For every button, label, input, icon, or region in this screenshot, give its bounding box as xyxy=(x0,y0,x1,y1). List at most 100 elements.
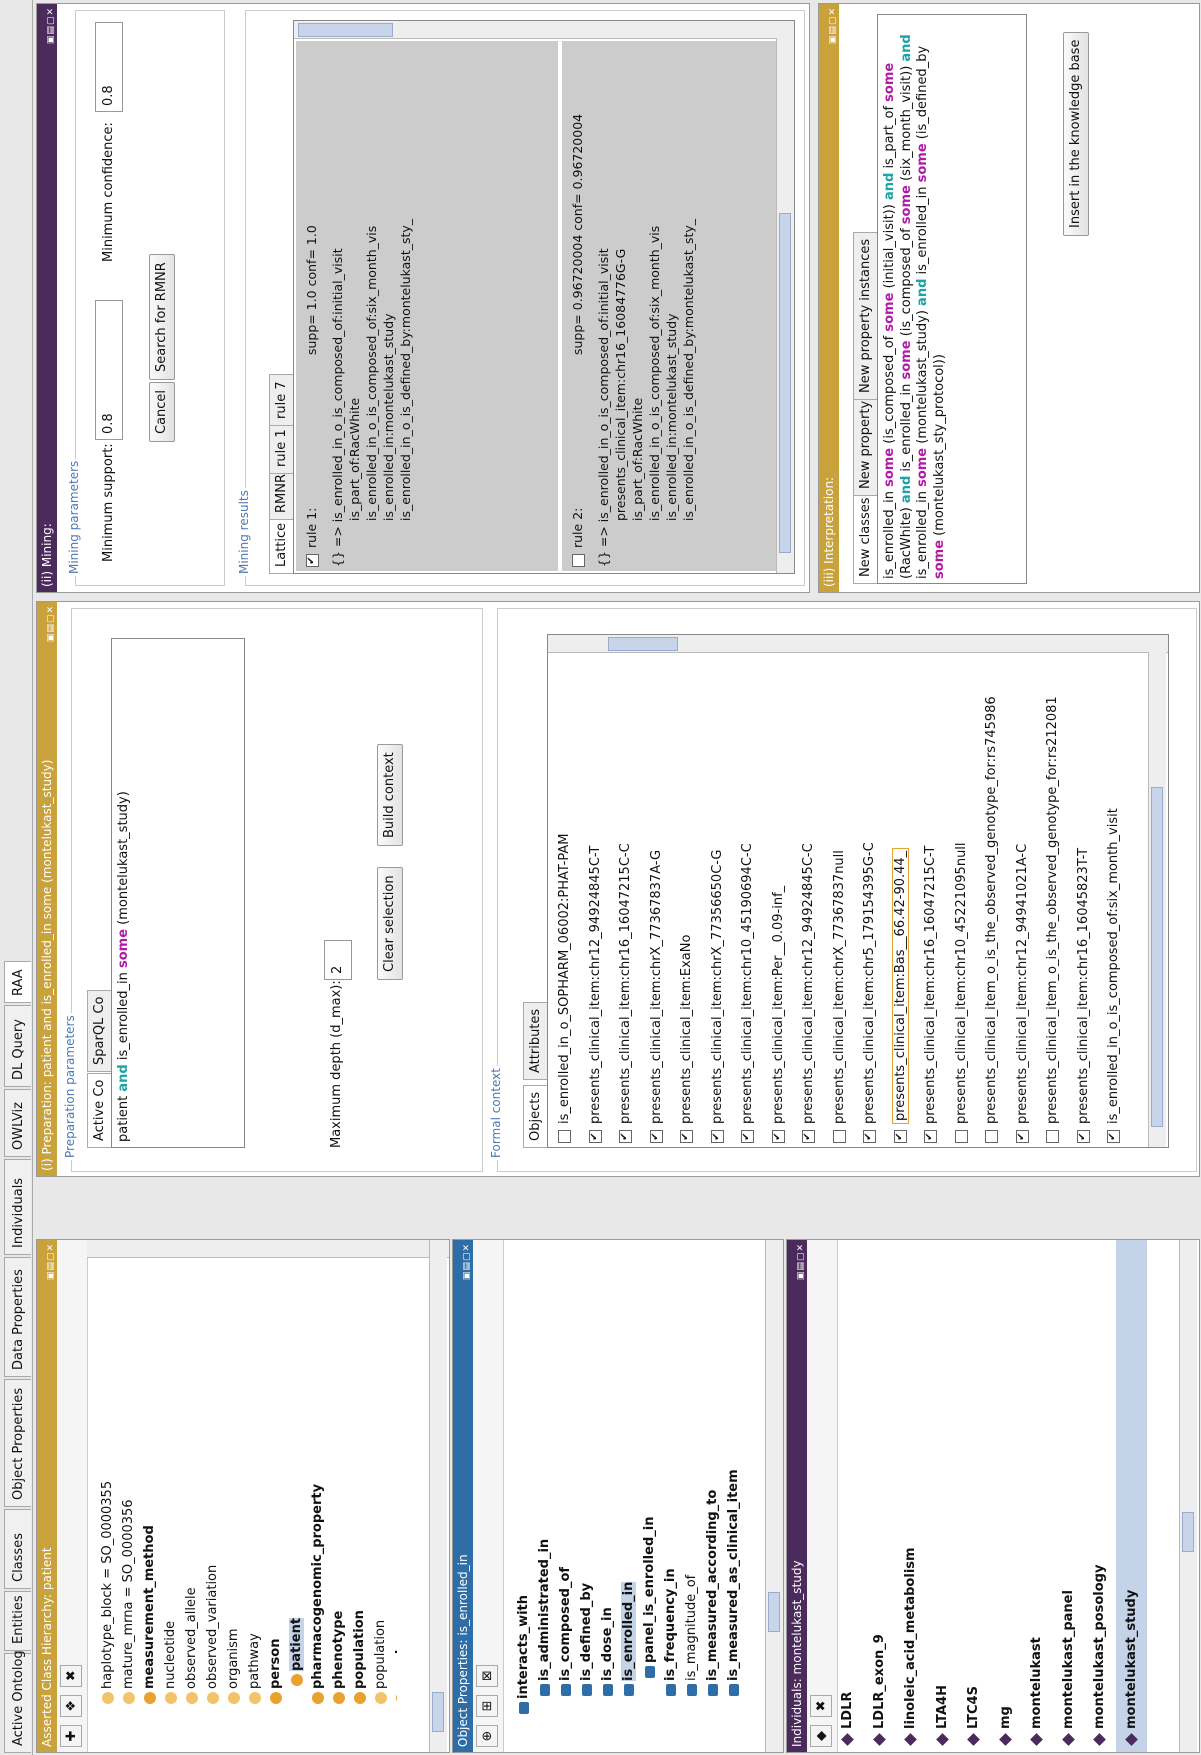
class-tree-item[interactable]: posology xyxy=(391,1240,397,1752)
class-tree-item[interactable]: population xyxy=(370,1240,391,1752)
unchecked-checkbox-icon[interactable] xyxy=(572,554,585,567)
window-buttons-icon[interactable]: ▣▤▢✕ xyxy=(823,7,839,44)
objprop-tree-item[interactable]: is_magnitude_of xyxy=(681,1240,702,1752)
checked-checkbox-icon[interactable]: ✔ xyxy=(306,554,319,567)
class-tree-item[interactable]: person xyxy=(265,1240,286,1752)
context-row[interactable]: ✔ presents_clinical_item:chrX_77367837A-G xyxy=(642,663,673,1143)
insert-knowledge-base-button[interactable]: Insert in the knowledge base xyxy=(1063,31,1089,236)
class-tree-item[interactable]: organism xyxy=(223,1240,244,1752)
rules-hscroll-thumb[interactable] xyxy=(779,213,791,553)
tab-dl-query[interactable]: DL Query xyxy=(4,1005,31,1087)
context-row[interactable]: presents_clinical_item_o_is_the_observed… xyxy=(977,663,1008,1143)
context-row[interactable]: ✔ presents_clinical_item:chr5_179154395G-… xyxy=(855,663,886,1143)
objprop-tree-item[interactable]: is_dose_in xyxy=(597,1240,618,1752)
add-subclass-icon[interactable]: ✚ xyxy=(60,1725,82,1747)
class-tree-item[interactable]: pharmacogenomic_property xyxy=(307,1240,328,1752)
class-tree-item[interactable]: measurement_method xyxy=(139,1240,160,1752)
add-sibling-property-icon[interactable]: ⊞ xyxy=(476,1694,498,1717)
objprop-tree-item[interactable]: interacts_with xyxy=(513,1240,534,1752)
indiv-hscroll[interactable] xyxy=(1179,1240,1197,1752)
tab-owlviz[interactable]: OWLViz xyxy=(4,1089,31,1157)
tab-rule-1[interactable]: rule 1 xyxy=(269,422,293,474)
checked-checkbox-icon[interactable]: ✔ xyxy=(1076,1130,1090,1143)
objprop-tree-item[interactable]: is_administrated_in xyxy=(534,1240,555,1752)
window-buttons-icon[interactable]: ▣▤▢✕ xyxy=(791,1243,807,1280)
checked-checkbox-icon[interactable]: ✔ xyxy=(710,1130,724,1143)
objprop-tree-item[interactable]: is_enrolled_in xyxy=(618,1240,639,1752)
checked-checkbox-icon[interactable]: ✔ xyxy=(1015,1130,1029,1143)
checked-checkbox-icon[interactable]: ✔ xyxy=(863,1130,876,1143)
class-tree-item[interactable]: nucleotide xyxy=(160,1240,181,1752)
context-row[interactable]: ✔ is_enrolled_in_o_is_composed_of:six_mon… xyxy=(1099,663,1130,1143)
individual-item[interactable]: LDLR_exon_9 xyxy=(864,1240,896,1752)
context-hscroll[interactable] xyxy=(1148,652,1166,1147)
context-row[interactable]: ✔ presents_clinical_item:chr16_16045823T-… xyxy=(1069,663,1100,1143)
context-vscroll-thumb[interactable] xyxy=(608,637,678,651)
checked-checkbox-icon[interactable]: ✔ xyxy=(619,1130,632,1143)
tab-classes[interactable]: Classes xyxy=(4,1509,31,1589)
checked-checkbox-icon[interactable]: ✔ xyxy=(649,1130,663,1143)
checked-checkbox-icon[interactable]: ✔ xyxy=(588,1130,602,1143)
context-row[interactable]: ✔ presents_clinical_item:Per__0.09-inf_ xyxy=(764,663,795,1143)
class-hscroll-thumb[interactable] xyxy=(432,1692,444,1732)
tab-object-properties[interactable]: Object Properties xyxy=(4,1379,31,1507)
interpretation-text[interactable]: is_enrolled_in some (is_composed_of some… xyxy=(877,14,1027,584)
rule-block[interactable]: rule 2: supp= 0.96720004 conf= 0.96720004… xyxy=(562,41,788,571)
tab-new-property[interactable]: New property xyxy=(853,393,877,496)
window-buttons-icon[interactable]: ▣▤▢✕ xyxy=(41,1243,57,1280)
objprop-tree-item[interactable]: is_measured_according_to xyxy=(702,1240,723,1752)
min-support-input[interactable]: 0.8 xyxy=(95,300,123,440)
min-conf-input[interactable]: 0.8 xyxy=(95,22,123,112)
tab-data-properties[interactable]: Data Properties xyxy=(4,1257,31,1377)
tab-raa[interactable]: RAA xyxy=(4,961,31,1003)
unchecked-checkbox-icon[interactable] xyxy=(558,1130,571,1143)
tab-attributes[interactable]: Attributes xyxy=(523,1001,547,1080)
unchecked-checkbox-icon[interactable] xyxy=(954,1130,968,1143)
delete-individual-icon[interactable]: ✖ xyxy=(810,1694,832,1717)
unchecked-checkbox-icon[interactable] xyxy=(985,1130,998,1143)
checked-checkbox-icon[interactable]: ✔ xyxy=(771,1130,785,1143)
class-vscroll[interactable] xyxy=(87,1240,449,1258)
tab-entities[interactable]: Entities xyxy=(4,1591,31,1651)
class-tree-item[interactable]: mature_mrna = SO_0000356 xyxy=(118,1240,139,1752)
context-row[interactable]: is_enrolled_in_o_SOPHARM_06002:PHAT-PAM xyxy=(550,663,581,1143)
objprop-tree-item[interactable]: is_frequency_in xyxy=(660,1240,681,1752)
individual-item[interactable]: mg xyxy=(990,1240,1022,1752)
context-row[interactable]: presents_clinical_item_o_is_the_observed… xyxy=(1038,663,1069,1143)
tab-rmnr[interactable]: RMNR xyxy=(269,466,293,520)
checked-checkbox-icon[interactable]: ✔ xyxy=(893,1130,907,1143)
window-buttons-icon[interactable]: ▣▤▢✕ xyxy=(41,605,57,642)
rules-vscroll-thumb[interactable] xyxy=(298,23,393,37)
context-row[interactable]: ✔ presents_clinical_item:chr12_94924845C-… xyxy=(581,663,612,1143)
class-hscroll[interactable] xyxy=(429,1240,447,1752)
individual-item[interactable]: linoleic_acid_metabolism xyxy=(895,1240,927,1752)
add-subproperty-icon[interactable]: ⊕ xyxy=(476,1725,498,1747)
window-buttons-icon[interactable]: ▣▤▢✕ xyxy=(457,1243,473,1280)
context-row[interactable]: ✔ presents_clinical_item:Bas__66.42-90.44… xyxy=(886,663,917,1143)
objprop-hscroll-thumb[interactable] xyxy=(768,1592,780,1632)
unchecked-checkbox-icon[interactable] xyxy=(1046,1130,1059,1143)
context-row[interactable]: ✔ presents_clinical_item:chrX_77356650C-G xyxy=(703,663,734,1143)
tab-active-co[interactable]: Active Co xyxy=(87,1072,111,1148)
cancel-button[interactable]: Cancel xyxy=(149,381,175,442)
objprop-tree-item[interactable]: is_composed_of xyxy=(555,1240,576,1752)
tab-active-ontology[interactable]: Active Ontology xyxy=(4,1643,31,1753)
objprop-tree-item[interactable]: is_measured_as_clinical_item xyxy=(723,1240,744,1752)
rule-block[interactable]: ✔ rule 1: supp= 1.0 conf= 1.0 {} => is_enro… xyxy=(296,41,558,571)
class-tree-item[interactable]: phenotype xyxy=(328,1240,349,1752)
tab-objects[interactable]: Objects xyxy=(523,1084,547,1148)
add-individual-icon[interactable]: ◆ xyxy=(810,1725,832,1747)
add-sibling-icon[interactable]: ❖ xyxy=(60,1694,82,1717)
context-row[interactable]: ✔ presents_clinical_item:chr10_45190694C-… xyxy=(733,663,764,1143)
rules-hscroll[interactable] xyxy=(776,38,794,573)
context-vscroll[interactable] xyxy=(548,635,1168,653)
tab-new-property-instances[interactable]: New property instances xyxy=(853,231,877,400)
delete-property-icon[interactable]: ⊠ xyxy=(476,1664,498,1687)
class-tree-item[interactable]: haplotype_block = SO_0000355 xyxy=(97,1240,118,1752)
query-textarea[interactable]: patient and is_enrolled_in some (montelu… xyxy=(111,638,245,1148)
individual-item[interactable]: LTA4H xyxy=(927,1240,959,1752)
class-tree-item[interactable]: patient xyxy=(286,1240,307,1752)
tab-rule-7[interactable]: rule 7 xyxy=(269,374,293,426)
max-depth-input[interactable]: 2 xyxy=(324,940,352,980)
individual-item[interactable]: LDLR xyxy=(832,1240,864,1752)
